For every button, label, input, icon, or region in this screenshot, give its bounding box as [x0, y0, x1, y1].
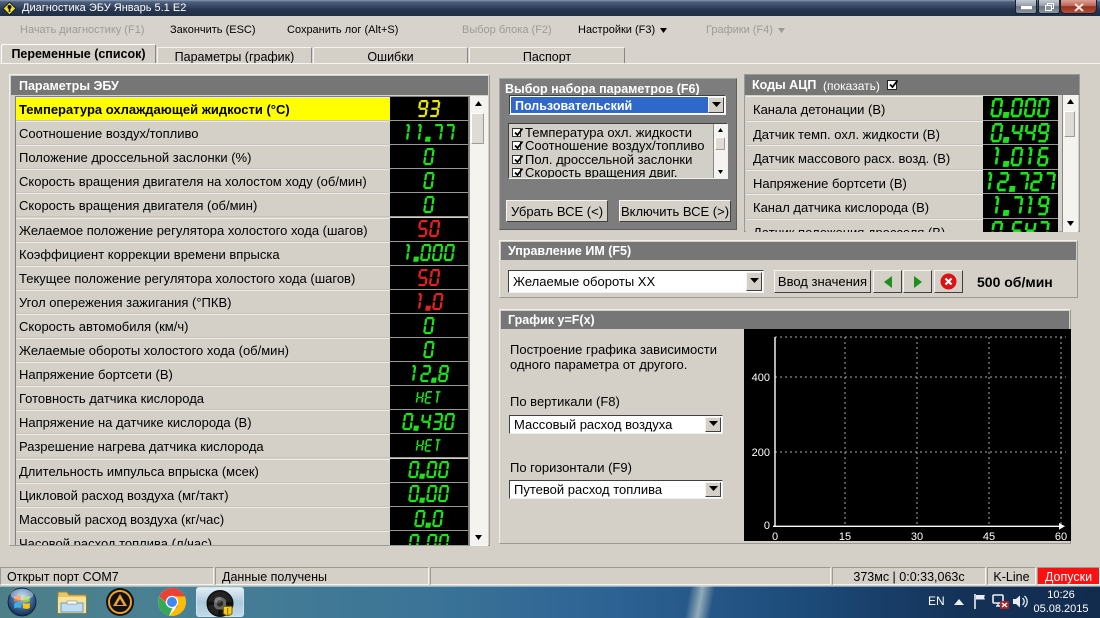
svg-text:60: 60: [1055, 531, 1067, 541]
svg-text:30: 30: [911, 531, 923, 541]
svg-text:0: 0: [764, 520, 770, 532]
svg-text:15: 15: [839, 531, 851, 541]
svg-text:400: 400: [752, 372, 770, 384]
svg-text:0: 0: [772, 531, 778, 541]
svg-text:200: 200: [752, 447, 770, 459]
svg-text:45: 45: [983, 531, 995, 541]
